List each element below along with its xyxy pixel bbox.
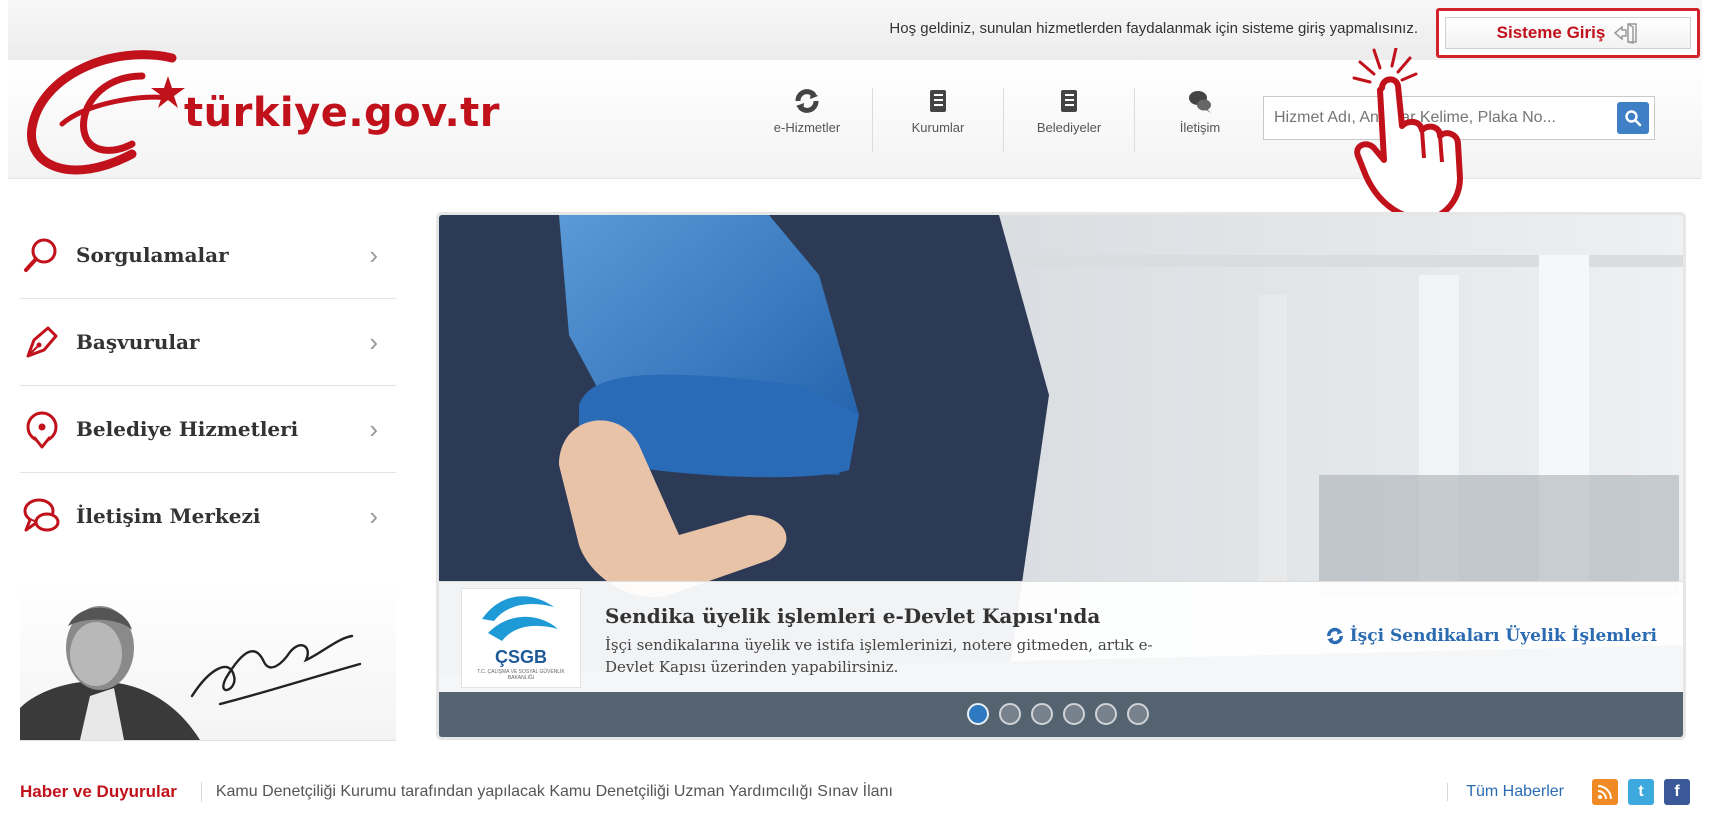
nav-item-belediyeler[interactable]: Belediyeler (1004, 88, 1135, 152)
slider-dot[interactable] (1031, 703, 1053, 725)
ataturk-portrait-image (20, 606, 362, 740)
door-icon (1614, 23, 1638, 44)
sidebar-item-belediye-hizmetleri[interactable]: Belediye Hizmetleri › (20, 386, 396, 473)
twitter-icon[interactable]: t (1628, 779, 1654, 805)
sidebar-item-label: Sorgulamalar (76, 243, 229, 267)
chat-bubbles-icon (23, 498, 60, 532)
login-button-inner[interactable]: Sisteme Giriş (1445, 17, 1691, 49)
search-button[interactable] (1617, 102, 1649, 134)
slider-dot[interactable] (1095, 703, 1117, 725)
nav-item-kurumlar[interactable]: Kurumlar (873, 88, 1004, 152)
sidebar-item-label: Başvurular (76, 330, 200, 354)
refresh-icon (1326, 627, 1343, 645)
nav-item-iletisim[interactable]: İletişim (1135, 88, 1265, 152)
welcome-text: Hoş geldiniz, sunulan hizmetlerden fayda… (889, 20, 1418, 37)
top-nav: e-Hizmetler Kurumlar Belediyeler İletişi… (742, 88, 1265, 152)
pen-icon (26, 326, 58, 358)
nav-label: İletişim (1179, 120, 1221, 135)
sidebar-item-iletisim-merkezi[interactable]: İletişim Merkezi › (20, 473, 396, 559)
sidebar-item-label: İletişim Merkezi (76, 504, 261, 528)
logo-text[interactable]: türkiye.gov.tr (184, 90, 500, 136)
csgb-logo-subtext: T.C. ÇALIŞMA VE SOSYAL GÜVENLİK BAKANLIĞ… (477, 669, 565, 681)
book-icon (930, 90, 946, 112)
rss-icon[interactable] (1592, 779, 1618, 805)
chat-icon (1189, 91, 1211, 113)
side-menu: Sorgulamalar › Başvurular › Belediye Hiz… (20, 212, 396, 559)
sidebar-item-basvurular[interactable]: Başvurular › (20, 299, 396, 386)
rss-glyph (1597, 785, 1612, 800)
csgb-logo-icon (482, 596, 558, 641)
chevron-right-icon: › (369, 501, 378, 531)
csgb-logo-text: ÇSGB (494, 647, 547, 667)
slide-link-label: İşçi Sendikaları Üyelik İşlemleri (1349, 626, 1657, 646)
facebook-icon[interactable]: f (1664, 779, 1690, 805)
login-label: Sisteme Giriş (1496, 23, 1606, 42)
nav-label: Belediyeler (1036, 120, 1102, 135)
location-pin-icon (26, 411, 58, 449)
refresh-icon (795, 89, 819, 113)
slider-dots (967, 703, 1149, 725)
slide-title: Sendika üyelik işlemleri e-Devlet Kapısı… (605, 604, 1101, 628)
book-icon (1061, 90, 1077, 112)
all-news-link[interactable]: Tüm Haberler (1447, 783, 1582, 801)
news-bar: Haber ve Duyurular Kamu Denetçiliği Kuru… (20, 775, 1690, 809)
slide-description: İşçi sendikalarına üyelik ve istifa işle… (605, 636, 1153, 676)
csgb-logo: ÇSGB T.C. ÇALIŞMA VE SOSYAL GÜVENLİK BAK… (461, 588, 581, 688)
slider-dot[interactable] (1127, 703, 1149, 725)
sidebar-item-label: Belediye Hizmetleri (76, 417, 299, 441)
search-icon (24, 238, 57, 272)
nav-label: e-Hizmetler (773, 120, 841, 135)
news-label[interactable]: Haber ve Duyurular (20, 782, 202, 802)
hero-slider[interactable]: ÇSGB T.C. ÇALIŞMA VE SOSYAL GÜVENLİK BAK… (436, 212, 1686, 740)
slider-dot[interactable] (1063, 703, 1085, 725)
slider-dot[interactable] (999, 703, 1021, 725)
sidebar-item-sorgulamalar[interactable]: Sorgulamalar › (20, 212, 396, 299)
nav-label: Kurumlar (911, 120, 965, 135)
ataturk-portrait (20, 578, 396, 741)
slide-link[interactable]: İşçi Sendikaları Üyelik İşlemleri (1326, 626, 1657, 646)
nav-item-e-hizmetler[interactable]: e-Hizmetler (742, 88, 873, 152)
slide-caption: ÇSGB T.C. ÇALIŞMA VE SOSYAL GÜVENLİK BAK… (439, 581, 1683, 692)
chevron-right-icon: › (369, 327, 378, 357)
chevron-right-icon: › (369, 240, 378, 270)
chevron-right-icon: › (369, 414, 378, 444)
news-headline[interactable]: Kamu Denetçiliği Kurumu tarafından yapıl… (202, 783, 1447, 801)
slider-dot[interactable] (967, 703, 989, 725)
pointing-hand-icon (1352, 48, 1463, 223)
search-icon (1625, 110, 1642, 127)
